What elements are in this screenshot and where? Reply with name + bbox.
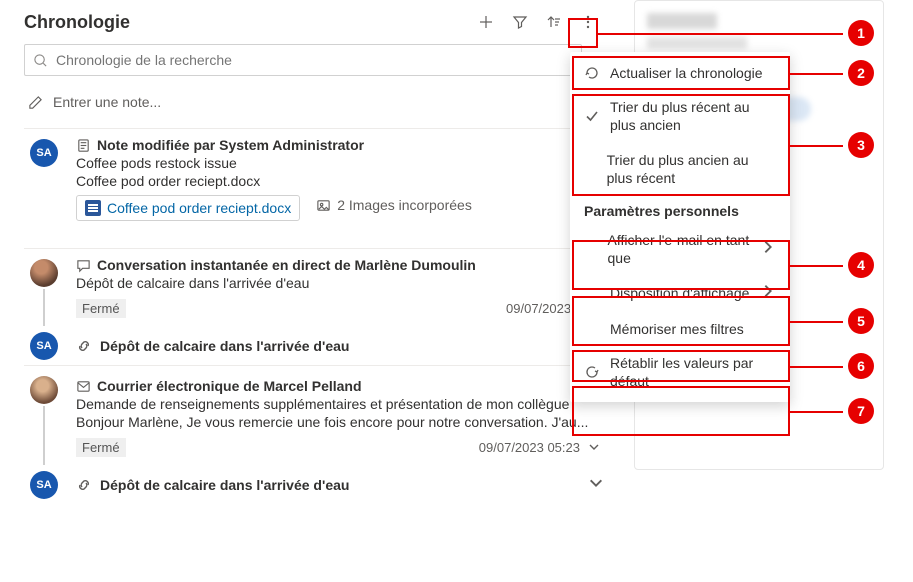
thread-line [43,289,45,326]
note-placeholder: Entrer une note... [53,94,161,110]
link-icon [76,477,92,493]
item-line: Demande de renseignements supplémentaire… [76,396,600,412]
status-tag: Fermé [76,438,126,457]
menu-label: Afficher l'e-mail en tant que [608,231,751,267]
filter-button[interactable] [504,6,536,38]
image-icon [316,198,331,213]
menu-label: Trier du plus ancien au plus récent [607,151,776,187]
item-line: Dépôt de calcaire dans l'arrivée d'eau [76,275,600,291]
inline-images-label: 2 Images incorporées [337,197,472,213]
menu-label: Rétablir les valeurs par défaut [610,354,776,390]
menu-section-title: Paramètres personnels [570,195,790,223]
avatar: SA [30,139,58,167]
menu-layout[interactable]: Disposition d'affichage [570,275,790,311]
chevron-right-icon [760,239,776,259]
menu-show-email-as[interactable]: Afficher l'e-mail en tant que [570,223,790,275]
thread-line [43,406,45,465]
item-title: Conversation instantanée en direct de Ma… [97,257,476,273]
avatar: SA [30,471,58,499]
timeline-header: Chronologie [24,0,604,44]
linked-record-row[interactable]: SA Dépôt de calcaire dans l'arrivée d'ea… [24,326,604,365]
linked-record-title: Dépôt de calcaire dans l'arrivée d'eau [100,338,349,354]
word-doc-icon [85,200,101,216]
avatar: SA [30,332,58,360]
expand-chevron[interactable] [588,440,600,456]
note-input-wrapper[interactable]: Entrer une note... [24,86,604,118]
sort-button[interactable] [538,6,570,38]
timeline-item-email[interactable]: Courrier électronique de Marcel Pelland … [24,365,604,465]
attachment-chip[interactable]: Coffee pod order reciept.docx [76,195,300,221]
reset-icon [584,364,600,380]
menu-label: Trier du plus récent au plus ancien [610,98,776,134]
overflow-menu: Actualiser la chronologie Trier du plus … [570,52,790,402]
status-tag: Fermé [76,299,126,318]
menu-sort-desc[interactable]: Trier du plus récent au plus ancien [570,90,790,142]
link-icon [76,338,92,354]
add-button[interactable] [470,6,502,38]
item-title: Note modifiée par System Administrator [97,137,364,153]
expand-chevron[interactable] [588,475,604,494]
timestamp: 09/07/2023 05:23 [479,440,580,455]
linked-record-row[interactable]: SA Dépôt de calcaire dans l'arrivée d'ea… [24,465,604,504]
menu-label: Disposition d'affichage [610,284,749,302]
item-line: Bonjour Marlène, Je vous remercie une fo… [76,414,600,430]
search-input[interactable] [56,52,573,68]
timeline-title: Chronologie [24,12,130,33]
avatar [30,376,58,404]
search-icon [33,53,48,68]
attachment-name: Coffee pod order reciept.docx [107,200,291,216]
avatar [30,259,58,287]
menu-sort-asc[interactable]: Trier du plus ancien au plus récent [570,143,790,195]
chevron-right-icon [760,283,776,303]
mail-icon [76,379,91,394]
item-title: Courrier électronique de Marcel Pelland [97,378,362,394]
check-icon [584,108,600,124]
linked-record-title: Dépôt de calcaire dans l'arrivée d'eau [100,477,349,493]
timeline-item-chat[interactable]: Conversation instantanée en direct de Ma… [24,248,604,326]
timeline-panel: Chronologie Entrer une note... SA Note m… [0,0,620,504]
inline-images-indicator[interactable]: 2 Images incorporées [316,197,472,213]
chat-icon [76,258,91,273]
menu-label: Actualiser la chronologie [610,64,763,82]
refresh-icon [584,65,600,81]
more-button[interactable] [572,6,604,38]
timeline-item-note[interactable]: SA Note modifiée par System Administrato… [24,128,604,248]
menu-label: Mémoriser mes filtres [610,320,744,338]
menu-refresh[interactable]: Actualiser la chronologie [570,56,790,90]
item-line: Coffee pod order reciept.docx [76,173,600,189]
menu-remember-filters[interactable]: Mémoriser mes filtres [570,312,790,346]
menu-reset-defaults[interactable]: Rétablir les valeurs par défaut [570,346,790,398]
item-line: Coffee pods restock issue [76,155,600,171]
pencil-icon [28,95,43,110]
search-input-wrapper[interactable] [24,44,582,76]
note-icon [76,138,91,153]
